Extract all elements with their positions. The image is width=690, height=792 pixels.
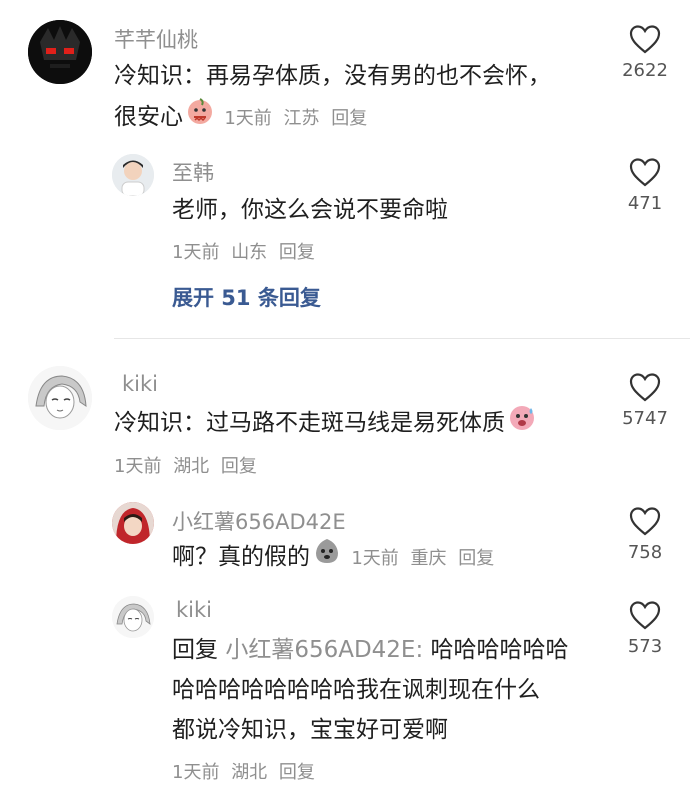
heart-icon	[629, 25, 661, 54]
reply-time: 1天前	[351, 548, 399, 569]
reply-button[interactable]: 回复	[279, 242, 315, 263]
heart-icon	[629, 158, 661, 187]
comment-text-line: 很安心	[114, 104, 183, 130]
reply-location: 山东	[231, 242, 268, 263]
expand-replies-button[interactable]: 展开 51 条回复	[172, 282, 321, 312]
like-button[interactable]: 2622	[610, 24, 680, 81]
reply-text: 老师，你这么会说不要命啦	[172, 197, 448, 223]
like-count: 5747	[622, 408, 668, 429]
avatar[interactable]	[112, 154, 154, 196]
comment-text: 很安心 1天前 江苏 回复	[114, 96, 373, 139]
heart-icon	[629, 507, 661, 536]
reply-button[interactable]: 回复	[458, 548, 494, 569]
comment-location: 湖北	[173, 456, 210, 477]
like-button[interactable]: 758	[610, 506, 680, 563]
comment-text: 冷知识：再易孕体质，没有男的也不会怀，	[114, 56, 551, 96]
reply-text-line: 都说冷知识，宝宝好可爱啊	[172, 717, 448, 743]
reply-username[interactable]: 小红薯656AD42E	[172, 506, 346, 536]
like-count: 758	[627, 542, 663, 563]
reply-button[interactable]: 回复	[331, 108, 367, 129]
comment-text: 冷知识：过马路不走斑马线是易死体质	[114, 402, 539, 445]
reply-prefix: 回复	[172, 637, 218, 663]
avatar[interactable]	[112, 596, 154, 638]
comment-time: 1天前	[224, 108, 272, 129]
sketch-girl-avatar-icon	[28, 366, 92, 430]
avatar[interactable]	[112, 502, 154, 544]
reply-button[interactable]: 回复	[279, 762, 315, 783]
comment-time: 1天前	[114, 456, 162, 477]
reply-text: 啊？真的假的 1天前 重庆 回复	[172, 536, 500, 579]
like-button[interactable]: 573	[610, 600, 680, 657]
like-count: 471	[627, 193, 663, 214]
comment-username[interactable]: 芊芊仙桃	[114, 24, 198, 54]
reply-text: 回复 小红薯656AD42E: 哈哈哈哈哈哈	[172, 630, 569, 670]
like-button[interactable]: 471	[610, 157, 680, 214]
reply-time: 1天前	[172, 762, 220, 783]
avatar[interactable]	[28, 20, 92, 84]
sweating-face-emoji-icon	[507, 402, 537, 445]
like-count: 573	[627, 636, 663, 657]
comment-location: 江苏	[283, 108, 320, 129]
reply-text-line: 哈哈哈哈哈哈	[430, 637, 569, 663]
divider	[114, 338, 690, 339]
quoted-username[interactable]: 小红薯656AD42E:	[225, 637, 423, 663]
reply-button[interactable]: 回复	[221, 456, 257, 477]
reply-username[interactable]: 至韩	[172, 157, 214, 187]
reply-text-line: 啊？真的假的	[172, 544, 310, 570]
red-hood-avatar-icon	[112, 502, 154, 544]
reply-text-line: 哈哈哈哈哈哈哈哈我在讽刺现在什么	[172, 677, 540, 703]
comment-meta: 1天前 湖北 回复	[114, 452, 263, 478]
reply-username[interactable]: kiki	[176, 598, 212, 622]
reply-location: 湖北	[231, 762, 268, 783]
comment-username[interactable]: kiki	[122, 372, 158, 396]
nervous-peach-emoji-icon	[185, 96, 215, 139]
shocked-emoji-icon	[312, 536, 342, 579]
heart-icon	[629, 601, 661, 630]
person-avatar-icon	[112, 154, 154, 196]
comment-text-line: 冷知识：过马路不走斑马线是易死体质	[114, 410, 505, 436]
like-count: 2622	[622, 60, 668, 81]
reply-meta: 1天前 湖北 回复	[172, 758, 321, 784]
reply-time: 1天前	[172, 242, 220, 263]
sketch-girl-avatar-icon	[112, 596, 154, 638]
reply-location: 重庆	[410, 548, 447, 569]
reply-meta: 1天前 山东 回复	[172, 238, 321, 264]
like-button[interactable]: 5747	[610, 372, 680, 429]
dark-creature-avatar-icon	[28, 20, 92, 84]
comment-text-line: 冷知识：再易孕体质，没有男的也不会怀，	[114, 63, 551, 89]
heart-icon	[629, 373, 661, 402]
avatar[interactable]	[28, 366, 92, 430]
